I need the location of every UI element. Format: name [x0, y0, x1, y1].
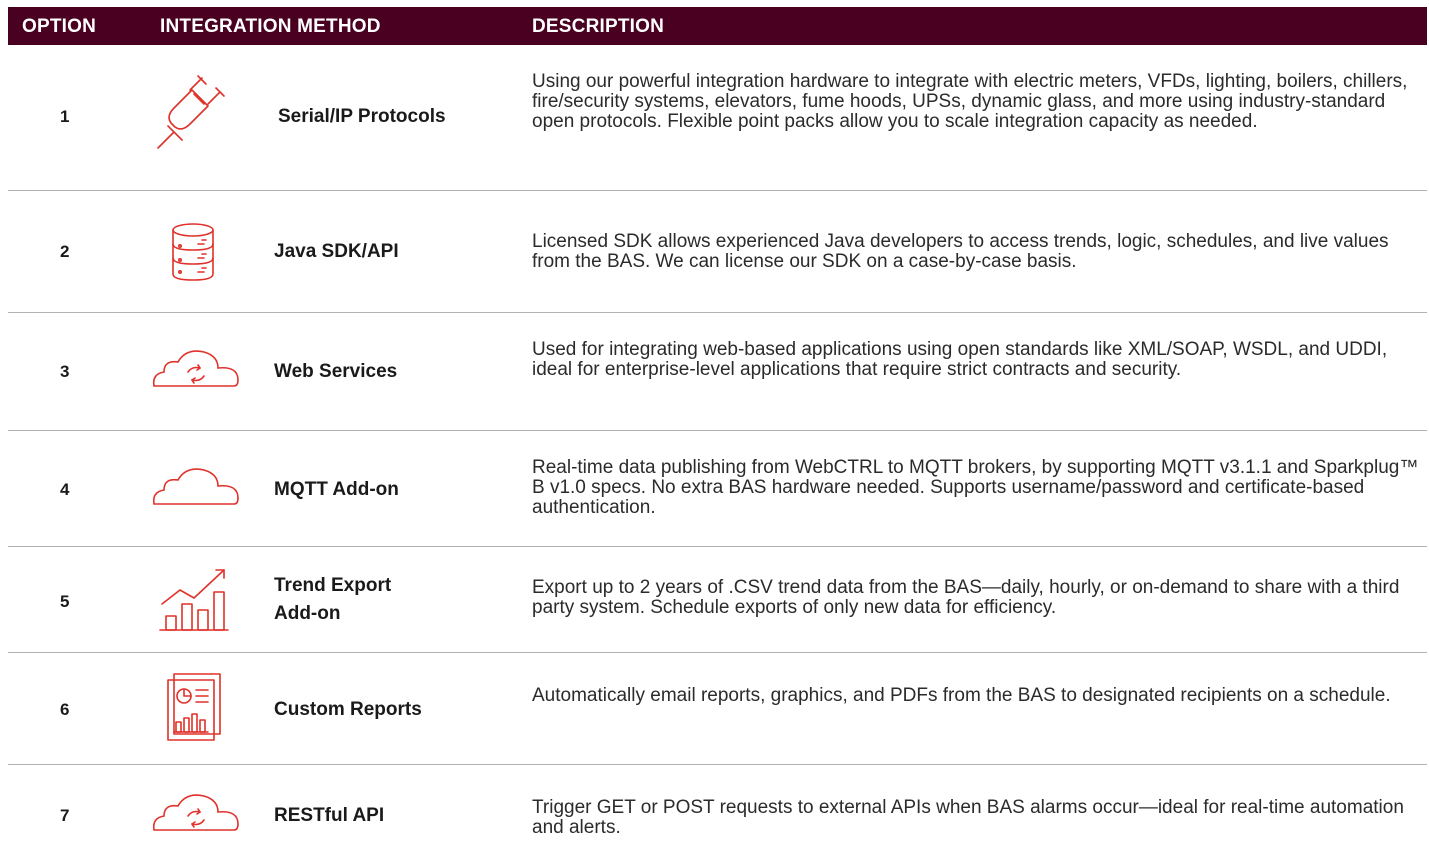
cloud-sync-icon [150, 790, 242, 834]
method-description: Using our powerful integration hardware … [532, 71, 1408, 132]
method-description: Real-time data publishing from WebCTRL t… [532, 457, 1419, 518]
method-description: Automatically email reports, graphics, a… [532, 685, 1391, 706]
trend-chart-icon [158, 564, 230, 634]
option-number: 5 [60, 592, 70, 611]
report-icon [164, 672, 224, 744]
method-description: Export up to 2 years of .CSV trend data … [532, 577, 1400, 618]
plug-icon [152, 68, 228, 154]
option-number: 3 [60, 362, 70, 381]
row-divider [8, 546, 1427, 547]
method-name: Custom Reports [274, 699, 422, 720]
method-description: Trigger GET or POST requests to external… [532, 797, 1404, 838]
row-divider [8, 430, 1427, 431]
method-name: Web Services [274, 361, 398, 382]
server-icon [166, 222, 220, 282]
header-option: OPTION [22, 16, 97, 37]
method-description: Licensed SDK allows experienced Java dev… [532, 231, 1389, 272]
row-divider [8, 652, 1427, 653]
header-description: DESCRIPTION [532, 16, 665, 37]
method-name: Trend Export Add-on [274, 575, 392, 624]
header-method: INTEGRATION METHOD [160, 16, 381, 37]
option-number: 2 [60, 242, 70, 261]
cloud-sync-icon [150, 346, 242, 390]
option-number: 1 [60, 107, 70, 126]
method-name: MQTT Add-on [274, 479, 399, 500]
row-divider [8, 190, 1427, 191]
method-name: Java SDK/API [274, 241, 399, 262]
option-number: 7 [60, 806, 70, 825]
row-divider [8, 764, 1427, 765]
cloud-icon [150, 464, 242, 508]
method-name: RESTful API [274, 805, 385, 826]
method-description: Used for integrating web-based applicati… [532, 339, 1388, 380]
row-divider [8, 312, 1427, 313]
option-number: 6 [60, 700, 70, 719]
option-number: 4 [60, 480, 70, 499]
table-header: OPTION INTEGRATION METHOD DESCRIPTION [8, 7, 1427, 45]
method-name: Serial/IP Protocols [278, 106, 446, 127]
